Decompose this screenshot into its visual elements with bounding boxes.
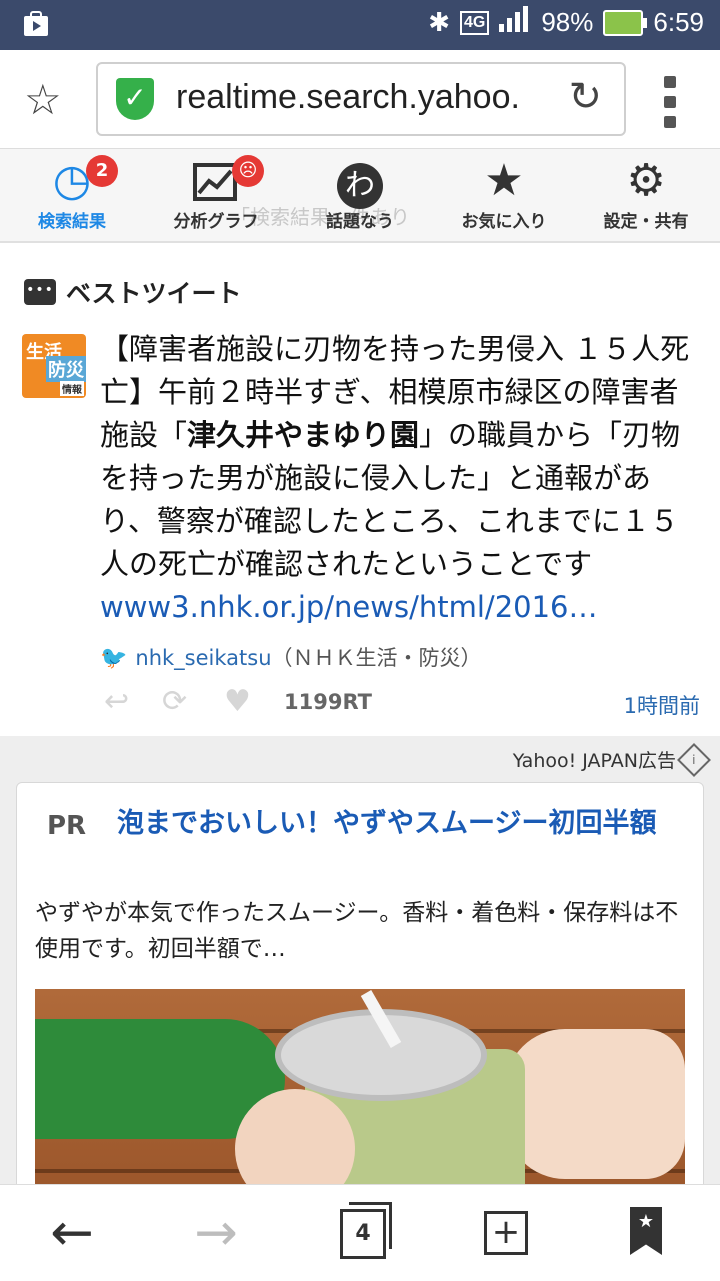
secure-shield-icon: ✓ [116,78,154,120]
clock: 6:59 [653,7,704,37]
ad-card[interactable]: PR 泡までおいしい！やずやスムージー初回半額 やずやが本気で作ったスムージー。… [16,782,704,1204]
network-type: 4G [460,10,490,35]
pr-tag: PR [47,811,87,841]
sad-face-badge: ☹ [232,155,264,187]
tweet-text: 【障害者施設に刃物を持った男侵入 １５人死亡】午前２時半すぎ、相模原市緑区の障害… [100,332,690,624]
reply-icon[interactable]: ↩ [104,684,129,719]
retweet-icon[interactable]: ⟳ [162,684,187,719]
twitter-bird-icon: 🐦 [100,646,128,671]
tab-analysis-graph[interactable]: ☹ 分析グラフ [146,155,286,232]
play-store-icon [22,10,50,42]
avatar[interactable]: 生活 防災 情報 [22,334,86,398]
tab-trending[interactable]: わ 話題なう [290,155,430,232]
new-tab-plus-icon[interactable]: + [484,1211,528,1255]
graph-icon: ☹ [146,155,286,207]
tabs-count-icon[interactable]: 4 [340,1202,392,1259]
add-bookmark-star-icon[interactable]: ☆ [24,78,68,122]
tab-favorites[interactable]: ★ お気に入り [434,155,574,232]
back-arrow-icon[interactable]: ← [32,1205,112,1261]
tab-settings-share[interactable]: ⚙ 設定・共有 [576,155,716,232]
bookmark-star-icon[interactable]: ★ [630,1207,662,1255]
battery-icon [603,9,648,36]
retweet-count: 1199RT [284,690,372,714]
tweet-link[interactable]: www3.nhk.or.jp/news/html/2016… [100,590,598,624]
results-badge: 2 [86,155,118,187]
tab-label: 設定・共有 [603,212,689,232]
best-tweet-header: ••• ベストツイート [24,274,242,310]
ad-section: Yahoo! JAPAN広告 i PR 泡までおいしい！やずやスムージー初回半額… [0,736,720,1204]
bluetooth-icon: ✱ [428,7,450,37]
battery-percent: 98% [541,7,594,37]
url-text[interactable]: realtime.search.yahoo. [176,78,556,117]
tweet-author[interactable]: 🐦 nhk_seikatsu（ＮＨＫ生活・防災） [100,642,482,672]
tweet-time[interactable]: 1時間前 [624,690,700,720]
ad-info-icon[interactable]: i [677,742,711,777]
ad-label[interactable]: Yahoo! JAPAN広告 i [513,742,711,777]
gear-icon: ⚙ [626,155,666,206]
ad-image[interactable] [35,989,685,1203]
wa-icon: わ [290,155,430,209]
clock-icon: ◷ 2 [2,155,142,207]
highlight-term: 津久井やまゆり園 [187,418,420,452]
speech-bubble-icon: ••• [24,279,56,305]
like-heart-icon[interactable]: ♥ [224,684,251,719]
tab-label: 分析グラフ [173,212,259,232]
section-title: ベストツイート [66,279,242,308]
tab-label: 話題なう [326,212,394,232]
browser-bottom-nav: ← → 4 + ★ [0,1184,720,1281]
forward-arrow-icon[interactable]: → [176,1205,256,1261]
ad-description: やずやが本気で作ったスムージー。香料・着色料・保存料は不使用です。初回半額で… [35,900,679,962]
ad-title[interactable]: 泡までおいしい！やずやスムージー初回半額 [117,805,693,843]
overflow-menu-icon[interactable] [660,76,680,136]
tab-label: 検索結果 [38,212,106,232]
reload-icon[interactable]: ↻ [568,74,602,120]
tab-search-results[interactable]: ◷ 2 検索結果 [2,155,142,232]
address-bar[interactable]: ✓ realtime.search.yahoo. ↻ [96,62,626,136]
star-icon: ★ [484,155,524,206]
signal-icon [499,6,531,39]
yahoo-realtime-tabbar: 「検索結果」件あり ◷ 2 検索結果 ☹ 分析グラフ わ 話題なう ★ お気に入… [0,149,720,243]
status-bar: ✱ 4G 98% 6:59 [0,0,720,50]
tab-label: お気に入り [461,212,547,232]
browser-toolbar: ☆ ✓ realtime.search.yahoo. ↻ [0,50,720,149]
tweet-actions: ↩ ⟳ ♥ 1199RT 1時間前 [100,684,700,724]
